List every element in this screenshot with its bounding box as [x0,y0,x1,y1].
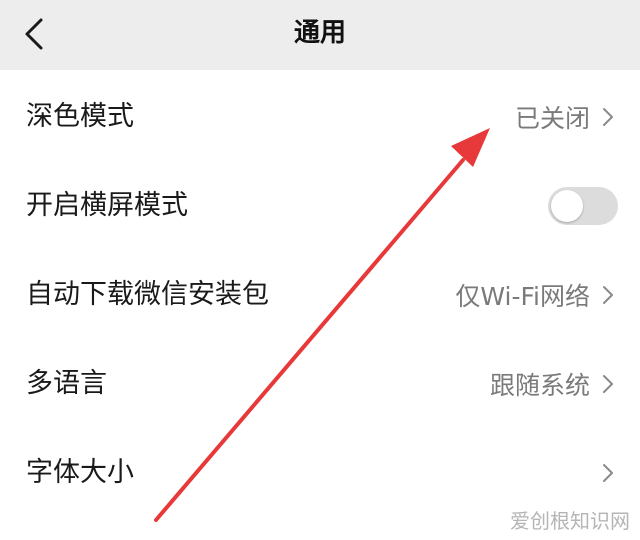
settings-row-value: 仅Wi-Fi网络 [455,281,590,311]
chevron-right-icon [602,107,614,127]
settings-row-label: 深色模式 [26,101,134,132]
nav-bar: 通用 [0,0,640,70]
watermark-text: 爱创根知识网 [510,509,630,533]
settings-row-label: 开启横屏模式 [26,190,188,221]
toggle-knob [551,189,583,222]
settings-row-value: 跟随系统 [489,370,590,400]
chevron-right-icon [602,463,614,483]
back-button[interactable] [14,12,54,56]
settings-row-language[interactable]: 多语言 跟随系统 [0,339,640,428]
chevron-right-icon [602,374,614,394]
page-title: 通用 [293,18,346,48]
settings-row-font-size[interactable]: 字体大小 [0,428,640,517]
settings-row-landscape-mode: 开启横屏模式 [0,161,640,250]
settings-row-label: 字体大小 [26,457,134,488]
landscape-mode-toggle[interactable] [548,186,618,225]
chevron-right-icon [602,285,614,305]
chevron-left-icon [25,18,43,50]
settings-row-value: 已关闭 [514,103,590,133]
settings-row-auto-download[interactable]: 自动下载微信安装包 仅Wi-Fi网络 [0,250,640,339]
settings-row-label: 多语言 [26,368,107,399]
settings-row-label: 自动下载微信安装包 [26,279,269,310]
settings-list: 深色模式 已关闭 开启横屏模式 自动下载微信安装包 仅Wi-Fi网络 多语言 跟… [0,72,640,517]
settings-row-dark-mode[interactable]: 深色模式 已关闭 [0,72,640,161]
